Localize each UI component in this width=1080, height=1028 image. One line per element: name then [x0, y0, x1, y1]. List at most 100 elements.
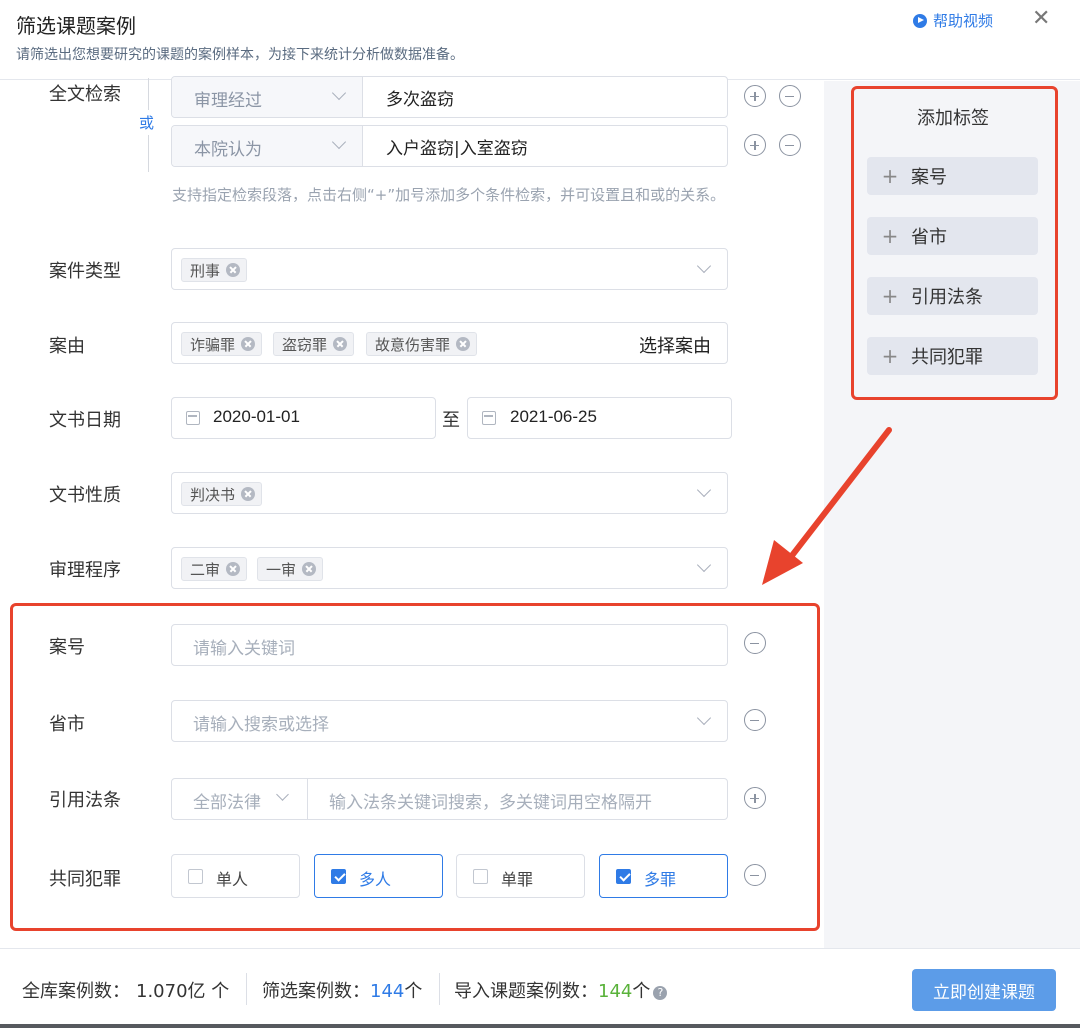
tag-label: 共同犯罪	[911, 347, 983, 368]
close-icon[interactable]: ✕	[1032, 8, 1050, 30]
option-single-crime[interactable]: 单罪	[456, 854, 585, 898]
filtered-cases-stat: 筛选案例数：144个	[262, 977, 422, 1003]
remove-chip-icon[interactable]	[241, 487, 256, 501]
option-single-person[interactable]: 单人	[171, 854, 300, 898]
law-label: 引用法条	[49, 790, 121, 811]
add-condition-icon[interactable]	[744, 85, 766, 107]
chip-label: 故意伤害罪	[375, 335, 451, 354]
dialog-subtitle: 请筛选出您想要研究的课题的案例样本，为接下来统计分析做数据准备。	[16, 47, 464, 63]
fulltext-hint: 支持指定检索段落，点击右侧“+”加号添加多个条件检索，并可设置且和或的关系。	[172, 186, 726, 204]
help-video-link[interactable]: 帮助视频	[913, 10, 993, 31]
province-select[interactable]: 请输入搜索或选择	[171, 700, 728, 742]
stat-value: 1.070亿 个	[136, 981, 230, 1002]
stat-label: 筛选案例数：	[262, 981, 370, 1002]
chevron-down-icon	[696, 482, 712, 498]
option-multi-person[interactable]: 多人	[314, 854, 443, 898]
choose-cause-button[interactable]: 选择案由	[639, 332, 711, 358]
chip-label: 一审	[266, 560, 297, 579]
remove-chip-icon[interactable]	[241, 337, 256, 351]
stat-value: 144	[598, 981, 633, 1002]
help-question-icon[interactable]: ?	[653, 986, 668, 1000]
fulltext-field-select-2[interactable]: 本院认为	[172, 126, 363, 166]
law-scope-select[interactable]: 全部法律	[172, 779, 308, 819]
remove-filter-icon[interactable]	[744, 709, 766, 731]
help-video-label: 帮助视频	[933, 12, 994, 30]
remove-chip-icon[interactable]	[226, 263, 241, 277]
dialog-title: 筛选课题案例	[16, 14, 136, 38]
fulltext-label: 全文检索	[49, 84, 121, 105]
remove-condition-icon[interactable]	[779, 85, 801, 107]
plus-icon: +	[881, 344, 899, 368]
chevron-down-icon	[696, 258, 712, 274]
add-tag-province[interactable]: + 省市	[867, 217, 1038, 255]
checkbox[interactable]	[188, 869, 203, 884]
checkbox-checked[interactable]	[331, 869, 346, 884]
doc-nature-select[interactable]: 判决书	[171, 472, 728, 514]
chip-label: 二审	[190, 560, 221, 579]
option-label: 多罪	[644, 870, 677, 889]
doc-date-label: 文书日期	[49, 410, 121, 431]
chip-assault: 故意伤害罪	[366, 332, 478, 356]
procedure-label: 审理程序	[49, 560, 121, 581]
dialog-header: 筛选课题案例 请筛选出您想要研究的课题的案例样本，为接下来统计分析做数据准备。 …	[0, 0, 1080, 80]
option-multi-crime[interactable]: 多罪	[599, 854, 728, 898]
law-scope-value: 全部法律	[193, 793, 261, 813]
fulltext-row-1: 审理经过 多次盗窃	[171, 76, 728, 118]
remove-condition-icon[interactable]	[779, 134, 801, 156]
cause-select[interactable]: 诈骗罪 盗窃罪 故意伤害罪 选择案由	[171, 322, 728, 364]
dialog-footer: 全库案例数： 1.070亿 个 筛选案例数：144个 导入课题案例数：144个? …	[0, 948, 1080, 1028]
doc-nature-label: 文书性质	[49, 485, 121, 506]
chevron-down-icon	[696, 557, 712, 573]
stat-label: 导入课题案例数：	[454, 981, 598, 1002]
imported-cases-stat: 导入课题案例数：144个?	[454, 977, 668, 1003]
add-tag-joint-crime[interactable]: + 共同犯罪	[867, 337, 1038, 375]
case-no-label: 案号	[49, 637, 85, 658]
date-to-input[interactable]: 2021-06-25	[467, 397, 732, 439]
chip-first-instance: 一审	[257, 557, 324, 581]
add-tag-law[interactable]: + 引用法条	[867, 277, 1038, 315]
create-topic-button[interactable]: 立即创建课题	[912, 969, 1056, 1011]
fulltext-field-select-1[interactable]: 审理经过	[172, 77, 363, 117]
tag-label: 引用法条	[911, 287, 983, 308]
province-label: 省市	[49, 714, 85, 735]
add-filter-icon[interactable]	[744, 787, 766, 809]
date-to-value: 2021-06-25	[510, 407, 597, 426]
chip-label: 判决书	[190, 485, 236, 504]
remove-chip-icon[interactable]	[302, 562, 317, 576]
add-tag-case-no[interactable]: + 案号	[867, 157, 1038, 195]
divider	[246, 973, 247, 1005]
remove-filter-icon[interactable]	[744, 864, 766, 886]
checkbox[interactable]	[473, 869, 488, 884]
case-no-placeholder: 请输入关键词	[193, 639, 295, 659]
tag-label: 案号	[911, 167, 947, 188]
date-from-input[interactable]: 2020-01-01	[171, 397, 436, 439]
chevron-down-icon	[331, 85, 347, 101]
chevron-down-icon	[696, 710, 712, 726]
field-select-value: 审理经过	[194, 91, 262, 111]
remove-chip-icon[interactable]	[333, 337, 348, 351]
law-keyword-input[interactable]: 输入法条关键词搜索，多关键词用空格隔开	[329, 788, 652, 813]
chip-judgment: 判决书	[181, 482, 263, 506]
fulltext-value-1[interactable]: 多次盗窃	[386, 85, 454, 110]
total-cases-stat: 全库案例数： 1.070亿 个	[22, 977, 229, 1003]
tag-label: 省市	[911, 227, 947, 248]
chip-fraud: 诈骗罪	[181, 332, 263, 356]
plus-icon: +	[881, 164, 899, 188]
plus-icon: +	[881, 224, 899, 248]
divider	[439, 973, 440, 1005]
remove-chip-icon[interactable]	[226, 562, 241, 576]
remove-filter-icon[interactable]	[744, 632, 766, 654]
case-no-input[interactable]: 请输入关键词	[171, 624, 728, 666]
checkbox-checked[interactable]	[616, 869, 631, 884]
option-label: 多人	[359, 870, 392, 889]
chip-label: 盗窃罪	[282, 335, 328, 354]
field-select-value: 本院认为	[194, 140, 262, 160]
procedure-select[interactable]: 二审 一审	[171, 547, 728, 589]
remove-chip-icon[interactable]	[456, 337, 471, 351]
chevron-down-icon	[331, 134, 347, 150]
joint-crime-label: 共同犯罪	[49, 869, 121, 890]
case-type-select[interactable]: 刑事	[171, 248, 728, 290]
fulltext-value-2[interactable]: 入户盗窃|入室盗窃	[386, 134, 528, 159]
or-toggle[interactable]: 或	[139, 110, 155, 135]
add-condition-icon[interactable]	[744, 134, 766, 156]
